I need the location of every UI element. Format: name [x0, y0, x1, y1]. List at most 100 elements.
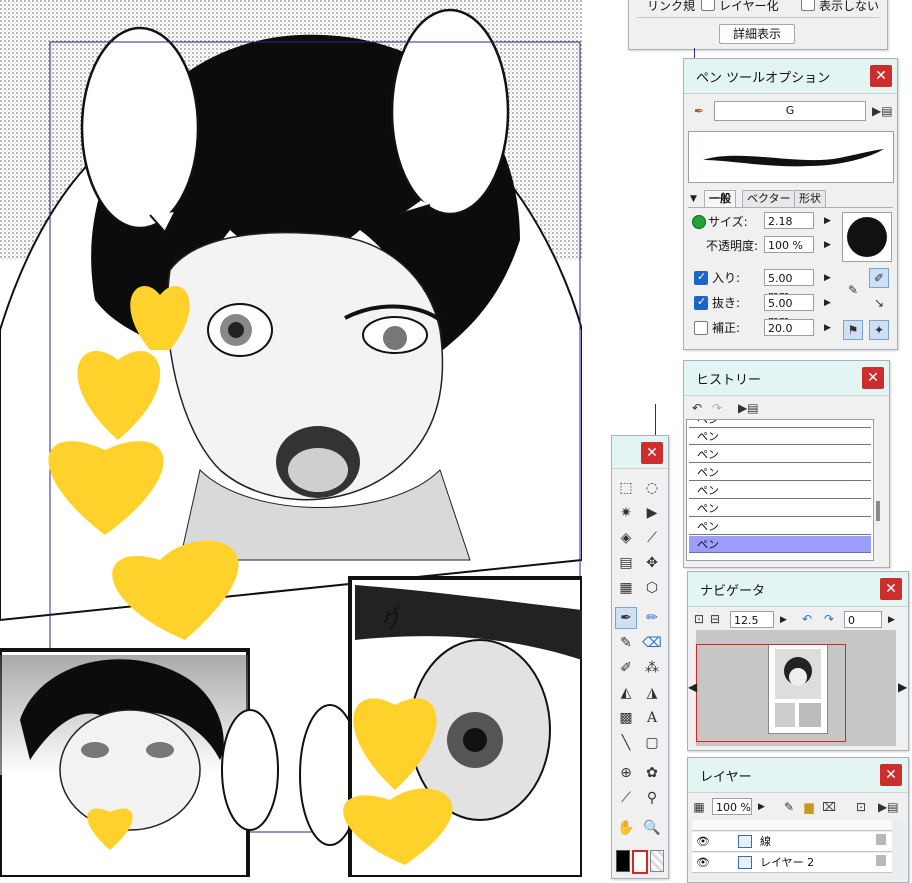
history-item[interactable]: ペン	[689, 446, 871, 463]
layer-row[interactable]: 👁 レイヤー 2	[692, 853, 892, 873]
redo-icon[interactable]: ↷	[708, 399, 726, 417]
navigator-titlebar[interactable]: ナビゲータ ✕	[688, 572, 908, 607]
post-correction-icon[interactable]: ✦	[869, 320, 889, 340]
lasso-icon[interactable]: ◌	[642, 478, 662, 498]
eyedropper-icon[interactable]: ⟋	[642, 528, 662, 548]
start-arrow-icon[interactable]: ▶	[824, 273, 831, 283]
new-layer-icon[interactable]: ✎	[780, 798, 798, 816]
history-list[interactable]: ペン ペン ペン ペン ペン ペン ペン ペン	[686, 419, 874, 561]
history-item[interactable]: ペン	[689, 500, 871, 517]
speed-correction-icon[interactable]: ⚑	[843, 320, 863, 340]
start-field[interactable]: 5.00 mm	[764, 269, 814, 302]
tab-general[interactable]: 一般	[704, 190, 736, 207]
zoom-icon[interactable]: 🔍	[642, 818, 662, 838]
history-item[interactable]: ペン	[689, 518, 871, 535]
correct-line-icon[interactable]: ⟋	[616, 788, 636, 808]
close-icon[interactable]: ✕	[862, 367, 884, 389]
delete-layer-icon[interactable]: ⌧	[820, 798, 838, 816]
history-item-selected[interactable]: ペン	[689, 536, 871, 553]
layer-list[interactable]: 👁 線 👁 レイヤー 2	[688, 820, 906, 880]
layer-titlebar[interactable]: レイヤー ✕	[688, 758, 908, 793]
pressure-start-icon[interactable]: ✎	[844, 281, 862, 299]
transparent-swatch[interactable]	[650, 850, 664, 872]
size-arrow-icon[interactable]: ▶	[824, 216, 831, 226]
layer-props-icon[interactable]	[876, 855, 886, 866]
correction-checkbox[interactable]	[694, 321, 708, 335]
rotation-arrow-icon[interactable]: ▶	[888, 615, 895, 625]
correction-arrow-icon[interactable]: ▶	[824, 323, 831, 333]
end-field[interactable]: 5.00 mm	[764, 294, 814, 327]
layer-opacity-field[interactable]: 100 %	[712, 798, 752, 815]
opacity-field[interactable]: 100 %	[764, 236, 814, 253]
text-icon[interactable]: A	[642, 708, 662, 728]
navigator-preview[interactable]	[696, 630, 896, 746]
palette-menu-icon[interactable]: ▶▤	[738, 399, 759, 417]
eye-icon[interactable]: 👁	[696, 853, 710, 872]
start-checkbox[interactable]	[694, 270, 708, 285]
correction-field[interactable]: 20.0	[764, 319, 814, 336]
fill-icon[interactable]: ◭	[616, 683, 636, 703]
transform-icon[interactable]: ⬡	[642, 578, 662, 598]
size-field[interactable]: 2.18 mm	[764, 212, 814, 245]
collapse-triangle-icon[interactable]: ▼	[690, 194, 697, 204]
tool-titlebar[interactable]: ✕	[612, 436, 668, 469]
eraser-icon[interactable]: ⌫	[642, 633, 662, 653]
history-item[interactable]: ペン	[689, 464, 871, 481]
move-icon[interactable]: ✥	[642, 553, 662, 573]
view-rect[interactable]	[696, 644, 846, 742]
layer-move-icon[interactable]: ◈	[616, 528, 636, 548]
pressure-end-icon[interactable]: ↘	[870, 294, 888, 312]
zoom-arrow-icon[interactable]: ▶	[780, 615, 787, 625]
history-scrollbar[interactable]	[876, 501, 880, 521]
hand-icon[interactable]: ✋	[616, 818, 636, 838]
pen-options-titlebar[interactable]: ペン ツールオプション ✕	[684, 59, 897, 94]
lock-icon[interactable]: ⊡	[852, 798, 870, 816]
stamp-icon[interactable]: ⚲	[642, 788, 662, 808]
rotate-left-icon[interactable]: ↶	[798, 610, 816, 628]
layer-row[interactable]	[692, 820, 892, 831]
pencil-icon[interactable]: ✏	[642, 608, 662, 628]
pen-icon[interactable]: ✒	[615, 607, 637, 629]
undo-icon[interactable]: ↶	[688, 399, 706, 417]
line-icon[interactable]: ╲	[616, 733, 636, 753]
tone-icon[interactable]: ⊕	[616, 763, 636, 783]
sub-color-swatch[interactable]	[632, 850, 648, 874]
zoom-field[interactable]: 12.5	[730, 611, 774, 628]
rotate-right-icon[interactable]: ↷	[820, 610, 838, 628]
close-icon[interactable]: ✕	[880, 578, 902, 600]
end-checkbox[interactable]	[694, 295, 708, 310]
history-item[interactable]: ペン	[689, 420, 871, 428]
palette-menu-icon[interactable]: ▶▤	[872, 102, 893, 120]
close-icon[interactable]: ✕	[870, 65, 892, 87]
layer-color-icon[interactable]: ▦	[690, 798, 708, 816]
nav-left-arrow-icon[interactable]: ◀	[688, 680, 697, 694]
frame-icon[interactable]: ▦	[616, 578, 636, 598]
rect-icon[interactable]: ▢	[642, 733, 662, 753]
gradient-ruler-icon[interactable]: ▤	[616, 553, 636, 573]
tone-brush-icon[interactable]: ✿	[642, 763, 662, 783]
gradation-icon[interactable]: ▩	[616, 708, 636, 728]
tab-vector[interactable]: ベクター	[742, 190, 796, 207]
layerize-checkbox[interactable]	[701, 0, 715, 11]
details-button[interactable]: 詳細表示	[719, 24, 795, 44]
eye-icon[interactable]: 👁	[696, 832, 710, 851]
history-item[interactable]: ペン	[689, 482, 871, 499]
object-select-icon[interactable]: ▶	[642, 503, 662, 523]
nav-right-arrow-icon[interactable]: ▶	[898, 680, 907, 694]
actual-size-icon[interactable]: ⊟	[706, 610, 724, 628]
new-folder-icon[interactable]: ▆	[800, 798, 818, 816]
close-icon[interactable]: ✕	[641, 442, 663, 464]
history-titlebar[interactable]: ヒストリー ✕	[684, 361, 889, 396]
magic-wand-icon[interactable]: ✷	[616, 503, 636, 523]
airbrush-icon[interactable]: ⁂	[642, 658, 662, 678]
brush-icon[interactable]: ✐	[616, 658, 636, 678]
brush-name-field[interactable]: G	[714, 101, 866, 121]
main-color-swatch[interactable]	[616, 850, 630, 872]
rotation-field[interactable]: 0	[844, 611, 882, 628]
marquee-icon[interactable]: ⬚	[616, 478, 636, 498]
close-icon[interactable]: ✕	[880, 764, 902, 786]
bucket-icon[interactable]: ◮	[642, 683, 662, 703]
layer-props-icon[interactable]	[876, 834, 886, 845]
history-item[interactable]: ペン	[689, 428, 871, 445]
end-arrow-icon[interactable]: ▶	[824, 298, 831, 308]
